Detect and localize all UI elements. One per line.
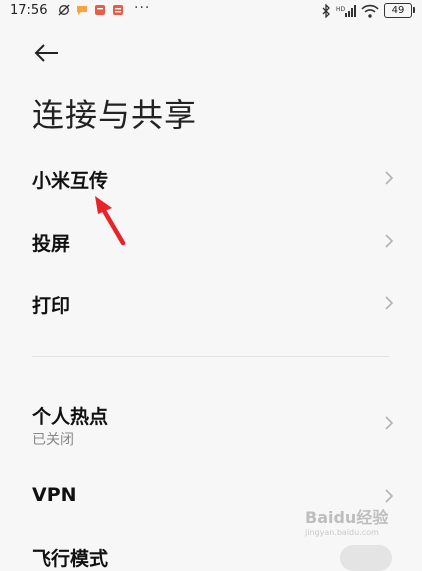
alarm-off-icon <box>58 4 70 16</box>
settings-item-label: 小米互传 <box>32 170 109 192</box>
bluetooth-icon <box>322 3 330 18</box>
watermark: Baidu经验 jingyan.baidu.com <box>305 504 405 540</box>
battery-indicator: 49 <box>384 3 415 18</box>
back-arrow-icon <box>34 44 58 62</box>
settings-item-label: 飞行模式 <box>32 548 109 570</box>
svg-text:HD: HD <box>336 6 346 13</box>
back-button[interactable] <box>30 38 64 68</box>
app-notification-icon <box>95 5 105 15</box>
section-divider <box>32 356 390 357</box>
settings-item-mi-share[interactable]: 小米互传 <box>0 152 422 208</box>
message-icon <box>77 6 87 15</box>
status-system-icons: HD 49 <box>321 3 415 18</box>
settings-item-status: 已关闭 <box>32 432 74 448</box>
settings-item-print[interactable]: 打印 <box>0 275 422 331</box>
status-notification-icons: ··· <box>58 0 150 16</box>
chevron-right-icon <box>385 296 394 310</box>
chevron-right-icon <box>385 489 394 503</box>
watermark-url: jingyan.baidu.com <box>305 528 379 537</box>
chevron-right-icon <box>385 416 394 430</box>
settings-item-label: 投屏 <box>32 233 71 255</box>
settings-item-label: VPN <box>32 484 77 506</box>
app-notification-icon <box>113 5 123 15</box>
wifi-icon <box>361 4 379 18</box>
settings-item-cast[interactable]: 投屏 <box>0 213 422 269</box>
settings-item-label: 个人热点 <box>32 406 109 428</box>
settings-item-hotspot[interactable]: 个人热点 已关闭 <box>0 394 422 456</box>
status-bar: 17:56 ··· HD 49 <box>0 0 422 24</box>
airplane-mode-toggle[interactable] <box>340 545 392 571</box>
page-title: 连接与共享 <box>32 96 198 134</box>
status-time: 17:56 <box>10 3 48 18</box>
chevron-right-icon <box>385 234 394 248</box>
watermark-text: Baidu经验 <box>305 508 389 527</box>
signal-icon: HD <box>336 4 356 17</box>
settings-item-label: 打印 <box>32 295 71 317</box>
chevron-right-icon <box>385 171 394 185</box>
more-notifications-icon: ··· <box>134 0 151 16</box>
